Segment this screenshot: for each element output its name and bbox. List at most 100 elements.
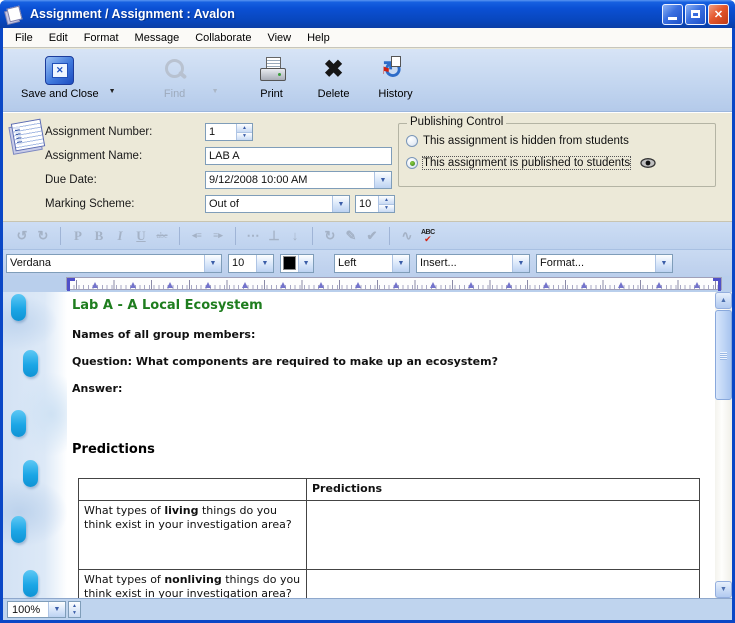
format-value: Format... bbox=[537, 255, 655, 272]
due-date-chevron-icon[interactable]: ▼ bbox=[374, 172, 391, 188]
assignment-number-value[interactable]: 1 bbox=[206, 124, 236, 140]
font-family-value: Verdana bbox=[7, 255, 204, 272]
menu-help[interactable]: Help bbox=[299, 30, 338, 46]
revert-icon[interactable]: ↻ bbox=[323, 228, 337, 244]
save-and-close-button[interactable]: ✕ Save and Close bbox=[17, 53, 103, 102]
menu-message[interactable]: Message bbox=[127, 30, 188, 46]
print-button[interactable]: Print bbox=[241, 53, 303, 102]
marking-points-stepper[interactable]: 10 ▲▼ bbox=[355, 195, 395, 213]
maximize-icon[interactable] bbox=[685, 4, 706, 25]
format-select[interactable]: Format... ▼ bbox=[536, 254, 673, 273]
insert-select[interactable]: Insert... ▼ bbox=[416, 254, 530, 273]
search-icon bbox=[162, 57, 188, 83]
marking-scheme-chevron-icon[interactable]: ▼ bbox=[332, 196, 349, 212]
menu-collaborate[interactable]: Collaborate bbox=[187, 30, 259, 46]
font-family-select[interactable]: Verdana ▼ bbox=[6, 254, 222, 273]
zoom-chevron-icon[interactable]: ▼ bbox=[48, 602, 65, 617]
table-row: What types of living things do you think… bbox=[79, 501, 700, 570]
ruler-left-margin-marker[interactable] bbox=[67, 278, 75, 291]
scroll-up-icon[interactable]: ▲ bbox=[715, 292, 732, 309]
published-to-students-radio[interactable] bbox=[406, 157, 418, 169]
indent-icon[interactable]: ≡▸ bbox=[211, 230, 225, 241]
published-to-students-label[interactable]: This assignment is published to students bbox=[423, 157, 630, 169]
save-options-chevron-icon[interactable]: ▼ bbox=[103, 88, 122, 95]
marking-scheme-select[interactable]: Out of ▼ bbox=[205, 195, 350, 213]
assignment-name-input[interactable]: LAB A bbox=[205, 147, 392, 165]
zoom-up-icon[interactable]: ▲ bbox=[69, 602, 80, 610]
font-family-chevron-icon[interactable]: ▼ bbox=[204, 255, 221, 272]
ruler-right-margin-marker[interactable] bbox=[713, 278, 721, 291]
outdent-icon[interactable]: ◂≡ bbox=[190, 230, 204, 241]
marking-points-up-icon[interactable]: ▲ bbox=[379, 196, 394, 204]
font-color-select[interactable]: ▼ bbox=[280, 254, 314, 273]
plain-text-icon[interactable]: P bbox=[71, 228, 85, 244]
alignment-chevron-icon[interactable]: ▼ bbox=[392, 255, 409, 272]
assignment-name-label: Assignment Name: bbox=[45, 150, 205, 162]
alignment-value: Left bbox=[335, 255, 392, 272]
history-button[interactable]: ↻⚑ History bbox=[365, 53, 427, 102]
scrollbar-thumb[interactable] bbox=[715, 310, 732, 400]
font-toolbar: Verdana ▼ 10 ▼ ▼ Left ▼ Insert... ▼ Form… bbox=[3, 250, 732, 276]
font-color-chevron-icon[interactable]: ▼ bbox=[298, 255, 313, 272]
spellcheck-icon[interactable]: ABC ✔ bbox=[421, 229, 435, 243]
bold-icon[interactable]: B bbox=[92, 228, 106, 244]
zoom-down-icon[interactable]: ▼ bbox=[69, 610, 80, 618]
indent-first-line-icon[interactable]: ⋯ bbox=[246, 228, 260, 244]
menu-file[interactable]: File bbox=[7, 30, 41, 46]
move-down-icon[interactable]: ↓ bbox=[288, 228, 302, 244]
document-paragraph-answer: Answer: bbox=[72, 382, 122, 395]
document-editor[interactable]: Lab A - A Local Ecosystem Names of all g… bbox=[3, 292, 732, 598]
assignment-number-up-icon[interactable]: ▲ bbox=[237, 124, 252, 132]
italic-icon[interactable]: I bbox=[113, 228, 127, 244]
due-date-select[interactable]: 9/12/2008 10:00 AM ▼ bbox=[205, 171, 392, 189]
publishing-control-group: Publishing Control This assignment is hi… bbox=[398, 123, 716, 187]
assignment-notepad-icon bbox=[11, 119, 45, 152]
assignment-number-stepper[interactable]: 1 ▲▼ bbox=[205, 123, 253, 141]
predictions-table: Predictions What types of living things … bbox=[78, 478, 700, 598]
font-size-chevron-icon[interactable]: ▼ bbox=[256, 255, 273, 272]
minimize-icon[interactable] bbox=[662, 4, 683, 25]
marking-scheme-label: Marking Scheme: bbox=[45, 198, 205, 210]
alignment-select[interactable]: Left ▼ bbox=[334, 254, 410, 273]
baseline-spacing-icon[interactable]: ⊥ bbox=[267, 228, 281, 244]
menu-format[interactable]: Format bbox=[76, 30, 127, 46]
nonliving-answer-cell[interactable] bbox=[307, 570, 700, 599]
status-bar: 100% ▼ ▲▼ bbox=[3, 598, 732, 620]
signature-icon[interactable]: ∿ bbox=[400, 228, 414, 244]
zoom-value: 100% bbox=[8, 602, 48, 617]
zoom-select[interactable]: 100% ▼ bbox=[7, 601, 66, 618]
marking-scheme-value: Out of bbox=[206, 196, 332, 212]
undo-icon[interactable]: ↺ bbox=[15, 228, 29, 244]
scroll-down-icon[interactable]: ▼ bbox=[715, 581, 732, 598]
table-header-row: Predictions bbox=[79, 479, 700, 501]
ruler-scale[interactable] bbox=[66, 277, 722, 290]
history-icon: ↻⚑ bbox=[382, 57, 410, 84]
assignment-number-down-icon[interactable]: ▼ bbox=[237, 132, 252, 141]
application-window: Assignment / Assignment : Avalon ✕ File … bbox=[0, 0, 735, 623]
menu-view[interactable]: View bbox=[259, 30, 299, 46]
insert-value: Insert... bbox=[417, 255, 512, 272]
menu-edit[interactable]: Edit bbox=[41, 30, 76, 46]
hidden-from-students-label[interactable]: This assignment is hidden from students bbox=[423, 135, 629, 147]
approve-icon[interactable]: ✔ bbox=[365, 228, 379, 244]
publishing-control-title: Publishing Control bbox=[407, 116, 506, 128]
find-button[interactable]: Find bbox=[144, 53, 206, 102]
pen-icon[interactable]: ✎ bbox=[344, 228, 358, 244]
insert-chevron-icon[interactable]: ▼ bbox=[512, 255, 529, 272]
strikethrough-icon[interactable]: abc bbox=[155, 231, 169, 240]
underline-icon[interactable]: U bbox=[134, 228, 148, 244]
close-icon[interactable]: ✕ bbox=[708, 4, 729, 25]
marking-points-value[interactable]: 10 bbox=[356, 196, 378, 212]
format-chevron-icon[interactable]: ▼ bbox=[655, 255, 672, 272]
living-answer-cell[interactable] bbox=[307, 501, 700, 570]
marking-points-down-icon[interactable]: ▼ bbox=[379, 204, 394, 213]
zoom-stepper[interactable]: ▲▼ bbox=[68, 601, 81, 618]
redo-icon[interactable]: ↻ bbox=[36, 228, 50, 244]
binder-ring-icon bbox=[23, 350, 38, 377]
hidden-from-students-radio[interactable] bbox=[406, 135, 418, 147]
find-options-chevron-icon[interactable]: ▼ bbox=[206, 88, 225, 95]
delete-button[interactable]: ✖ Delete bbox=[303, 53, 365, 102]
vertical-scrollbar[interactable]: ▲ ▼ bbox=[715, 292, 732, 598]
due-date-label: Due Date: bbox=[45, 174, 205, 186]
font-size-select[interactable]: 10 ▼ bbox=[228, 254, 274, 273]
